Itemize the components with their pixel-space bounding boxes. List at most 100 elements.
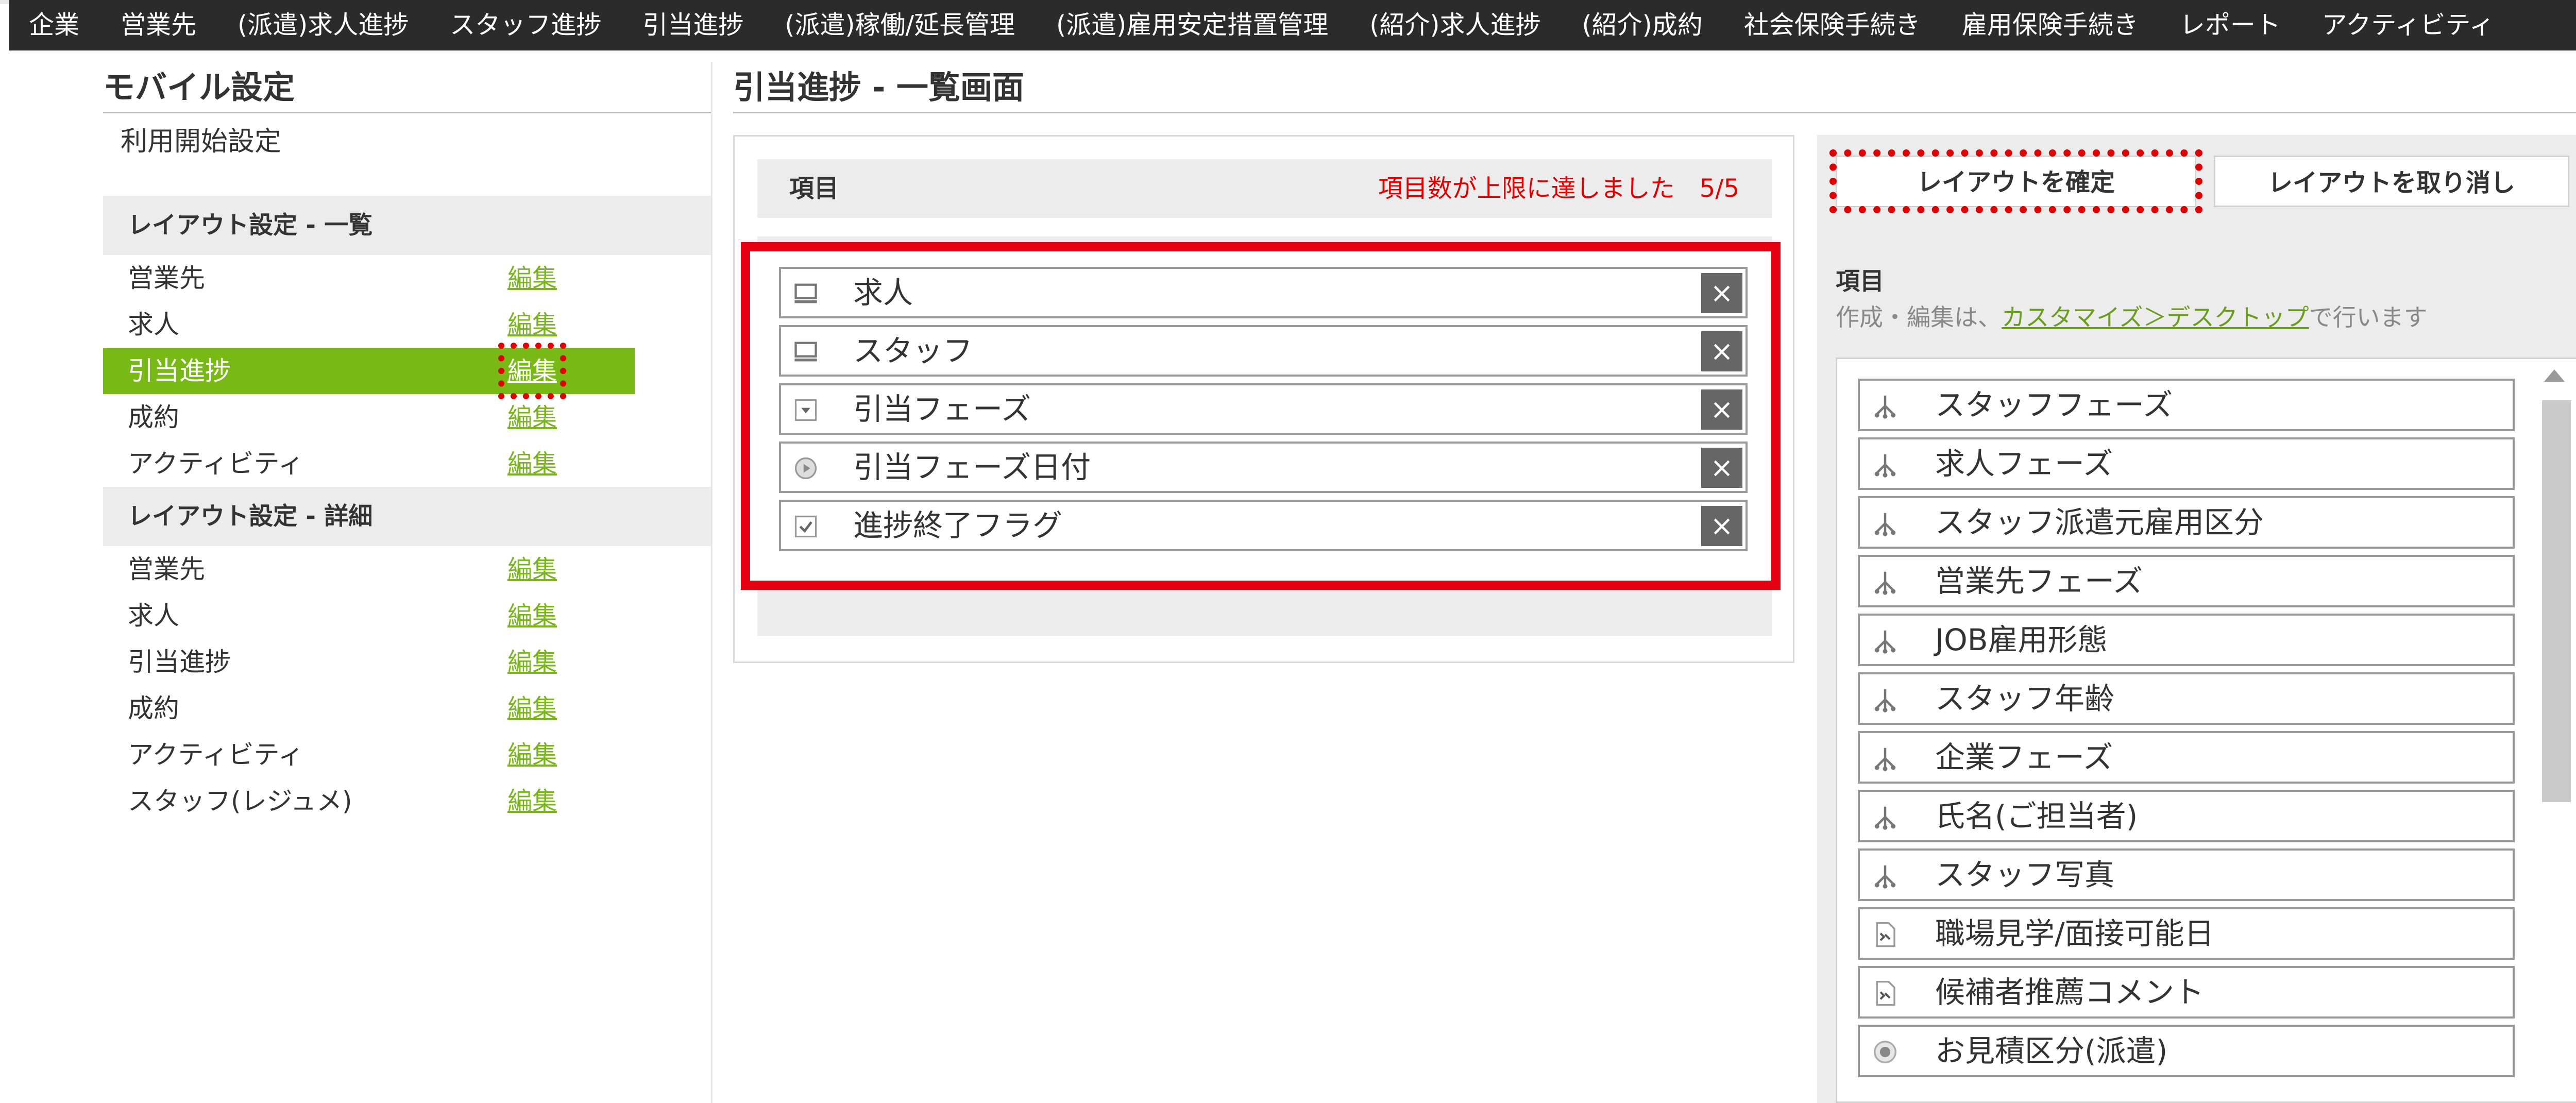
sidebar-detail-row: 引当進捗 編集 [103, 639, 711, 685]
available-item[interactable]: スタッフ年齢 [1858, 672, 2515, 725]
edit-link[interactable]: 編集 [507, 592, 557, 639]
dropdown-icon [794, 399, 817, 421]
available-item-label: スタッフ年齢 [1935, 681, 2115, 716]
scrollbar[interactable] [2537, 369, 2573, 1101]
tree-icon [1874, 571, 1896, 595]
customize-note: 作成・編集は、カスタマイズ＞デスクトップで行います [1836, 303, 2428, 331]
edit-link[interactable]: 編集 [507, 778, 557, 824]
nav-item-employment-stability[interactable]: (派遣)雇用安定措置管理 [1036, 0, 1349, 50]
remove-button[interactable]: × [1701, 273, 1742, 313]
sidebar-detail-label: 成約 [128, 693, 179, 723]
edit-link[interactable]: 編集 [507, 546, 557, 592]
available-item[interactable]: 企業フェーズ [1858, 731, 2515, 784]
nav-item-report[interactable]: レポート [2159, 0, 2301, 50]
remove-button[interactable]: × [1701, 506, 1742, 546]
monitor-icon [794, 283, 817, 303]
nav-item-sales-target[interactable]: 営業先 [100, 0, 217, 50]
sidebar-detail-label: 引当進捗 [128, 647, 231, 677]
nav-item-social-insurance[interactable]: 社会保険手続き [1723, 0, 1941, 50]
available-item[interactable]: お見積区分(派遣) [1858, 1025, 2515, 1077]
nav-item-company[interactable]: 企業 [9, 0, 100, 50]
sidebar-list-label: 営業先 [128, 263, 205, 293]
tree-icon [1874, 748, 1896, 771]
available-item[interactable]: JOB雇用形態 [1858, 614, 2515, 666]
available-item[interactable]: 氏名(ご担当者) [1858, 790, 2515, 842]
selected-item-row[interactable]: 進捗終了フラグ × [779, 500, 1748, 551]
available-item[interactable]: スタッフフェーズ [1858, 379, 2515, 431]
remove-button[interactable]: × [1701, 448, 1742, 488]
edit-link[interactable]: 編集 [507, 639, 557, 685]
nav-item-activity[interactable]: アクティビティ [2301, 0, 2515, 50]
sidebar-detail-label: 求人 [128, 601, 179, 631]
nav-item-staff-progress[interactable]: スタッフ進捗 [429, 0, 622, 50]
sidebar-detail-row: スタッフ(レジュメ) 編集 [103, 778, 711, 824]
selected-item-label: 求人 [853, 275, 913, 310]
available-item-label: お見積区分(派遣) [1935, 1033, 2168, 1068]
page-title: 引当進捗 - 一覧画面 [733, 62, 2576, 113]
available-item-label: 候補者推薦コメント [1935, 975, 2205, 1010]
sidebar-list-row: アクティビティ 編集 [103, 440, 711, 487]
cancel-layout-button[interactable]: レイアウトを取り消し [2214, 156, 2569, 207]
confirm-layout-button[interactable]: レイアウトを確定 [1829, 149, 2202, 213]
sidebar-detail-row: 成約 編集 [103, 685, 711, 732]
available-item-label: スタッフ派遣元雇用区分 [1935, 505, 2264, 540]
selected-item-label: 引当フェーズ [853, 392, 1031, 427]
edit-link[interactable]: 編集 [507, 394, 557, 440]
tree-icon [1874, 865, 1896, 889]
tree-icon [1874, 689, 1896, 712]
sidebar-list-label: 成約 [128, 402, 179, 432]
scroll-up-arrow-icon[interactable] [2544, 369, 2565, 382]
sidebar-detail-label: アクティビティ [128, 740, 304, 770]
highlight-frame: 求人 × スタッフ × 引当フェーズ × 引当フェーズ日付 × 進捗終了フラグ … [741, 242, 1781, 590]
selected-item-row[interactable]: 引当フェーズ × [779, 383, 1748, 435]
edit-link[interactable]: 編集 [507, 440, 557, 487]
available-item[interactable]: 求人フェーズ [1858, 437, 2515, 490]
sidebar-list-label: 求人 [128, 310, 179, 340]
sidebar-list-row-active: 引当進捗 編集 [103, 343, 635, 399]
edit-link[interactable]: 編集 [507, 685, 557, 732]
available-item[interactable]: 候補者推薦コメント [1858, 966, 2515, 1019]
selected-item-label: 引当フェーズ日付 [853, 450, 1091, 485]
available-item-label: スタッフ写真 [1935, 857, 2115, 892]
remove-button[interactable]: × [1701, 331, 1742, 371]
nav-item-referral-job-progress[interactable]: (紹介)求人進捗 [1349, 0, 1561, 50]
monitor-icon [794, 342, 817, 362]
sidebar-section-list-layout: レイアウト設定 - 一覧 [103, 196, 711, 255]
selected-item-label: スタッフ [853, 333, 973, 368]
available-item[interactable]: スタッフ写真 [1858, 849, 2515, 901]
remove-button[interactable]: × [1701, 389, 1742, 430]
sidebar-item-start-settings[interactable]: 利用開始設定 [103, 113, 711, 170]
edit-link-highlighted[interactable]: 編集 [498, 343, 567, 399]
customize-desktop-link[interactable]: カスタマイズ＞デスクトップ [2002, 303, 2309, 331]
layout-editor: 項目 項目数が上限に達しました 5/5 求人 × スタッフ × 引当フェーズ ×… [733, 135, 1794, 663]
available-item-label: スタッフフェーズ [1935, 387, 2173, 422]
sidebar-title: モバイル設定 [103, 62, 711, 113]
available-item-label: 求人フェーズ [1935, 446, 2113, 481]
available-items-label: 項目 [1836, 267, 1884, 296]
available-item-label: JOB雇用形態 [1935, 622, 2108, 657]
edit-link[interactable]: 編集 [507, 301, 557, 348]
available-item[interactable]: 職場見学/面接可能日 [1858, 907, 2515, 960]
nav-item-referral-contract[interactable]: (紹介)成約 [1562, 0, 1723, 50]
available-item[interactable]: スタッフ派遣元雇用区分 [1858, 496, 2515, 549]
checkbox-icon [794, 515, 817, 538]
nav-item-dispatch-operation[interactable]: (派遣)稼働/延長管理 [764, 0, 1036, 50]
nav-item-dispatch-job-progress[interactable]: (派遣)求人進捗 [217, 0, 429, 50]
sidebar-list-row: 求人 編集 [103, 301, 711, 348]
edit-link[interactable]: 編集 [507, 255, 557, 301]
sidebar-list-row: 成約 編集 [103, 394, 711, 440]
selected-item-row[interactable]: 引当フェーズ日付 × [779, 442, 1748, 493]
sidebar-detail-label: 営業先 [128, 554, 205, 584]
selected-item-row[interactable]: 求人 × [779, 267, 1748, 318]
nav-item-matching-progress[interactable]: 引当進捗 [622, 0, 764, 50]
sidebar-detail-label: スタッフ(レジュメ) [128, 786, 352, 816]
clock-icon [794, 457, 817, 480]
available-item[interactable]: 営業先フェーズ [1858, 555, 2515, 607]
nav-item-employment-insurance[interactable]: 雇用保険手続き [1941, 0, 2159, 50]
sidebar-list-row: 営業先 編集 [103, 255, 711, 301]
tree-icon [1874, 454, 1896, 478]
available-item-label: 氏名(ご担当者) [1935, 799, 2138, 834]
scroll-thumb[interactable] [2542, 400, 2571, 802]
edit-link[interactable]: 編集 [507, 732, 557, 778]
selected-item-row[interactable]: スタッフ × [779, 325, 1748, 377]
